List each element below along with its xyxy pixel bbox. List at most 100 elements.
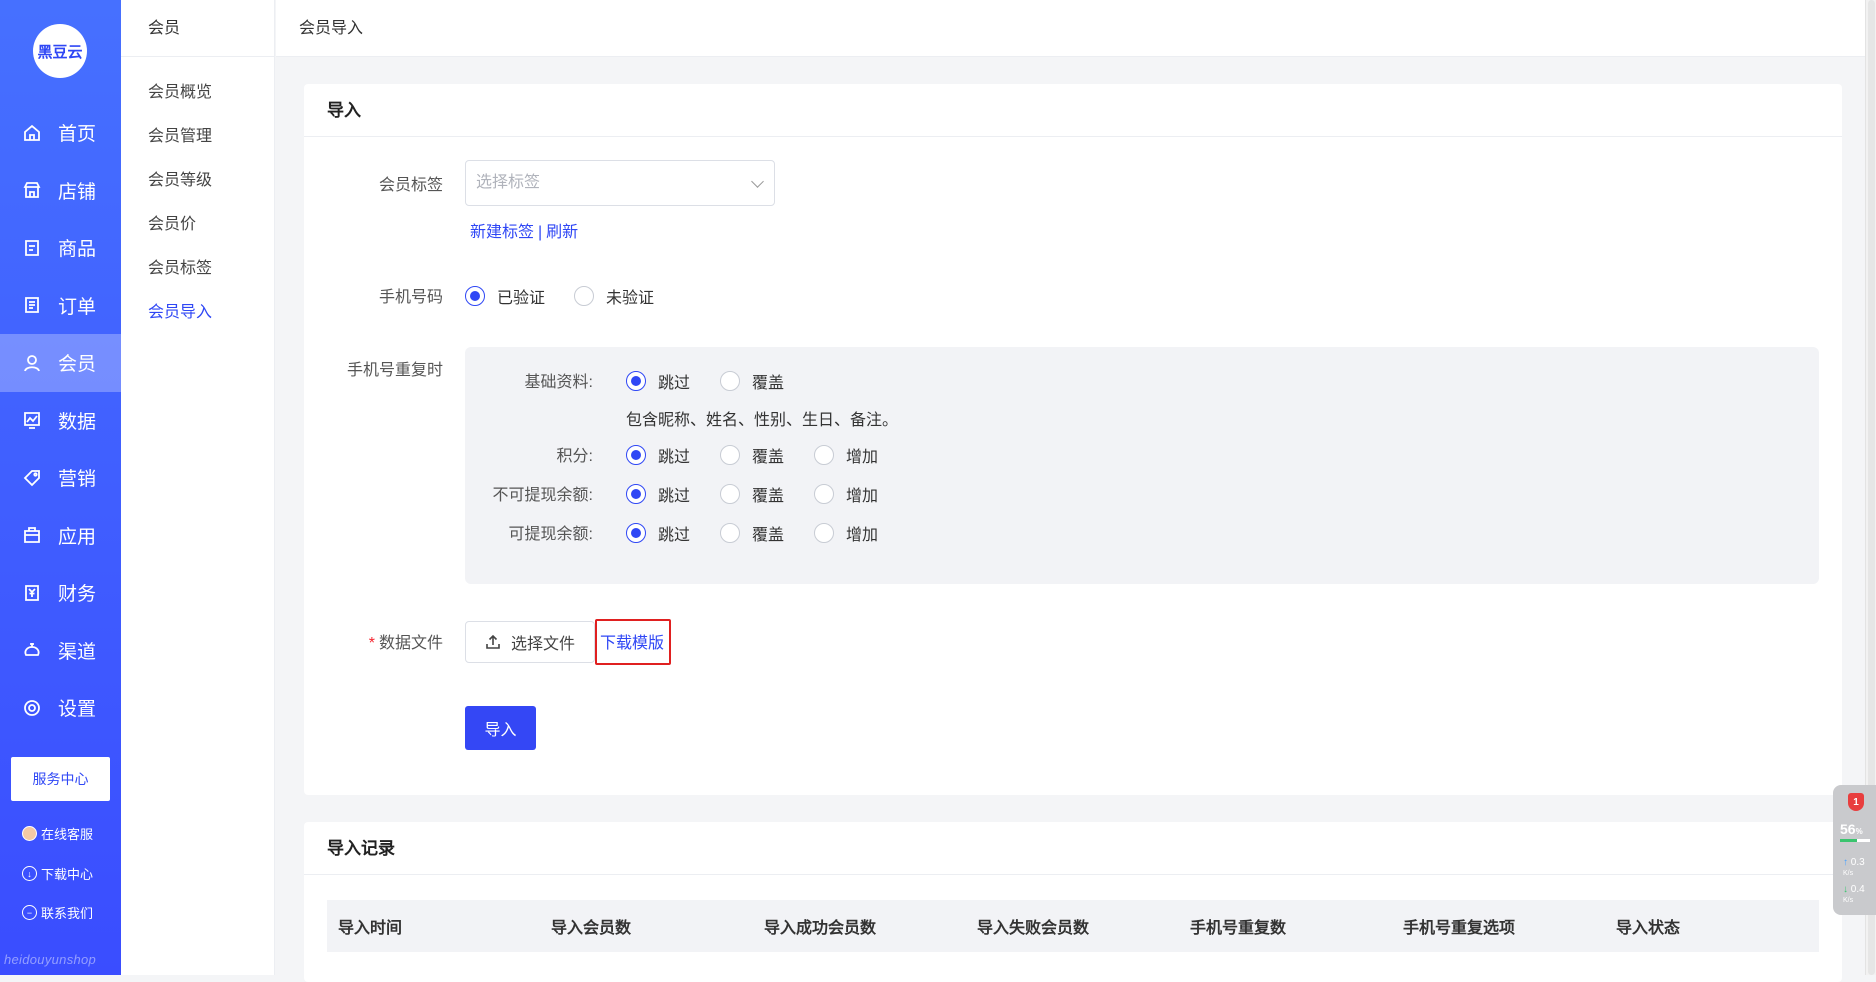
brand-watermark: heidouyunshop xyxy=(4,952,97,967)
new-tag-link[interactable]: 新建标签 xyxy=(470,224,534,241)
percent-unit: % xyxy=(1855,827,1863,836)
radio-label: 跳过 xyxy=(658,488,691,505)
import-button[interactable]: 导入 xyxy=(465,706,536,750)
subnav-item-levels[interactable]: 会员等级 xyxy=(121,159,274,203)
radio-dot xyxy=(720,523,740,543)
basic-skip-radio[interactable]: 跳过 xyxy=(626,369,690,393)
non-withdrawable-add-radio[interactable]: 增加 xyxy=(814,482,878,506)
withdrawable-add-radio[interactable]: 增加 xyxy=(814,521,878,545)
phone-verified-radio[interactable]: 已验证 xyxy=(465,284,545,308)
member-subnav: 会员 会员概览 会员管理 会员等级 会员价 会员标签 会员导入 xyxy=(121,0,275,975)
subnav-item-overview[interactable]: 会员概览 xyxy=(121,71,274,115)
nav-item-finance[interactable]: 财务 xyxy=(0,564,121,622)
basic-info-hint: 包含昵称、姓名、性别、生日、备注。 xyxy=(626,412,899,429)
nav-item-data[interactable]: 数据 xyxy=(0,392,121,450)
radio-dot xyxy=(574,286,594,306)
points-label: 积分: xyxy=(556,448,593,465)
member-tag-placeholder: 选择标签 xyxy=(476,174,541,191)
subnav-title: 会员 xyxy=(121,0,274,57)
contact-icon: − xyxy=(22,905,37,920)
subnav-list: 会员概览 会员管理 会员等级 会员价 会员标签 会员导入 xyxy=(121,57,274,335)
column-header: 手机号重复数 xyxy=(1190,920,1287,937)
subnav-item-tags[interactable]: 会员标签 xyxy=(121,247,274,291)
online-service-label: 在线客服 xyxy=(41,827,94,842)
points-skip-radio[interactable]: 跳过 xyxy=(626,443,690,467)
nav-item-member[interactable]: 会员 xyxy=(0,334,121,392)
online-service-link[interactable]: 在线客服 xyxy=(22,824,93,843)
down-speed-value: 0.4 xyxy=(1850,884,1865,895)
column-header: 手机号重复选项 xyxy=(1403,920,1516,937)
upload-icon xyxy=(486,634,500,649)
main-sidebar: 黑豆云 首页 店铺 商品 订单 会员 数据 营销 应用 财务 渠道 设置 服务中… xyxy=(0,0,121,975)
choose-file-button[interactable]: 选择文件 xyxy=(465,621,595,663)
radio-label: 跳过 xyxy=(658,375,691,392)
phone-label: 手机号码 xyxy=(378,289,443,306)
nav-item-home[interactable]: 首页 xyxy=(0,104,121,162)
member-tag-select[interactable]: 选择标签 xyxy=(465,160,775,206)
subnav-item-management[interactable]: 会员管理 xyxy=(121,115,274,159)
network-monitor-widget[interactable]: 1 56% ↑ 0.3 K/s ↓ 0.4 K/s xyxy=(1833,785,1876,915)
nav-item-label: 数据 xyxy=(58,411,97,433)
goods-icon xyxy=(25,239,39,256)
nav-item-goods[interactable]: 商品 xyxy=(0,219,121,277)
points-add-radio[interactable]: 增加 xyxy=(814,443,878,467)
data-file-label: * 数据文件 xyxy=(253,629,443,653)
subnav-item-member-price[interactable]: 会员价 xyxy=(121,203,274,247)
basic-overwrite-radio[interactable]: 覆盖 xyxy=(720,369,784,393)
radio-label: 覆盖 xyxy=(752,375,785,392)
nav-item-label: 会员 xyxy=(58,354,97,376)
nav-item-order[interactable]: 订单 xyxy=(0,277,121,335)
download-template-link[interactable]: 下载模版 xyxy=(600,629,664,653)
app-icon xyxy=(24,527,40,544)
withdrawable-label: 可提现余额: xyxy=(508,526,593,543)
radio-label: 增加 xyxy=(846,527,879,544)
member-icon xyxy=(24,354,40,372)
brand-logo[interactable]: 黑豆云 xyxy=(33,24,87,78)
radio-label: 跳过 xyxy=(658,527,691,544)
down-speed-unit: K/s xyxy=(1843,897,1854,904)
nav-item-store[interactable]: 店铺 xyxy=(0,162,121,220)
points-overwrite-radio[interactable]: 覆盖 xyxy=(720,443,784,467)
chart-icon xyxy=(24,412,40,430)
nav-item-settings[interactable]: 设置 xyxy=(0,679,121,737)
up-arrow-icon: ↑ xyxy=(1843,857,1848,868)
percent-value: 56 xyxy=(1840,821,1856,837)
withdrawable-skip-radio[interactable]: 跳过 xyxy=(626,521,690,545)
radio-dot xyxy=(814,484,834,504)
download-template-highlight: 下载模版 xyxy=(595,619,671,665)
nav-item-channel[interactable]: 渠道 xyxy=(0,622,121,680)
channel-icon xyxy=(24,643,40,657)
column-header: 导入时间 xyxy=(338,920,403,937)
non-withdrawable-skip-radio[interactable]: 跳过 xyxy=(626,482,690,506)
choose-file-label: 选择文件 xyxy=(510,636,575,653)
contact-us-link[interactable]: − 联系我们 xyxy=(22,903,93,922)
nav-item-label: 财务 xyxy=(58,584,97,606)
service-center-button[interactable]: 服务中心 xyxy=(11,757,110,801)
radio-dot xyxy=(814,445,834,465)
radio-dot xyxy=(720,445,740,465)
radio-label: 增加 xyxy=(846,488,879,505)
upload-speed: ↑ 0.3 K/s xyxy=(1843,858,1865,879)
nav-item-marketing[interactable]: 营销 xyxy=(0,449,121,507)
non-withdrawable-overwrite-radio[interactable]: 覆盖 xyxy=(720,482,784,506)
subnav-item-import[interactable]: 会员导入 xyxy=(121,291,274,335)
column-header: 导入会员数 xyxy=(551,920,632,937)
breadcrumb: 会员导入 xyxy=(276,0,1865,57)
download-center-link[interactable]: ↓ 下载中心 xyxy=(22,864,93,883)
radio-dot xyxy=(720,371,740,391)
refresh-link[interactable]: 刷新 xyxy=(546,224,578,241)
member-tag-label: 会员标签 xyxy=(378,177,443,194)
import-card-title: 导入 xyxy=(304,84,1842,137)
down-arrow-icon: ↓ xyxy=(1843,884,1848,895)
column-header: 导入成功会员数 xyxy=(764,920,877,937)
nav-item-label: 订单 xyxy=(58,296,97,318)
radio-label: 已验证 xyxy=(497,290,546,307)
radio-dot xyxy=(626,445,646,465)
radio-label: 跳过 xyxy=(658,449,691,466)
radio-label: 覆盖 xyxy=(752,527,785,544)
radio-dot xyxy=(720,484,740,504)
nav-item-apps[interactable]: 应用 xyxy=(0,507,121,565)
phone-unverified-radio[interactable]: 未验证 xyxy=(574,284,654,308)
download-icon: ↓ xyxy=(22,866,37,881)
withdrawable-overwrite-radio[interactable]: 覆盖 xyxy=(720,521,784,545)
